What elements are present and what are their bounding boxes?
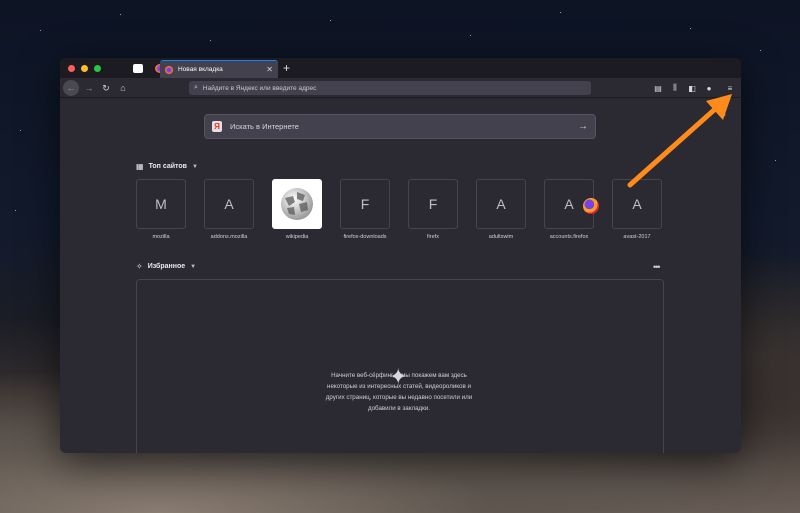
tile-label: addons.mozilla [210, 234, 248, 240]
search-icon: ⌕ [194, 84, 198, 91]
back-icon[interactable]: ← [63, 80, 79, 96]
new-tab-page: ✲ Я Искать в Интернете → ▦ Топ сайтов ▼ … [60, 99, 741, 453]
top-sites-title: Топ сайтов [148, 163, 187, 170]
top-site-tile[interactable]: A accounts.firefox [544, 179, 599, 249]
search-input[interactable]: Я Искать в Интернете → [204, 114, 596, 139]
empty-message-line: некоторые из интересных статей, видеорол… [327, 383, 471, 390]
tile-label: accounts.firefox [549, 234, 589, 240]
highlights-empty-state: ✦ Начните веб-сёрфинг, и мы покажем вам … [136, 279, 664, 453]
top-sites-header[interactable]: ▦ Топ сайтов ▼ [136, 162, 198, 171]
search-placeholder: Искать в Интернете [230, 122, 299, 131]
highlights-title: Избранное [147, 263, 186, 270]
grid-icon: ▦ [136, 162, 144, 171]
tile-box: A [544, 179, 599, 229]
vk-icon [133, 63, 143, 73]
chevron-down-icon: ▼ [190, 263, 197, 270]
top-site-tile[interactable]: F firefox-downloads [340, 179, 390, 249]
chevron-down-icon: ▼ [191, 163, 198, 170]
bookmarks-icon[interactable]: ⫼ [668, 80, 682, 96]
sparkle-icon: ✧ [136, 262, 143, 271]
close-window-button[interactable] [68, 64, 75, 72]
firefox-icon [165, 65, 173, 74]
tile-label: avast-2017 [623, 234, 651, 240]
browser-window: Новая вкладка ✕ + ← → ↻ ⌂ ⌕ Найдите в Ян… [60, 58, 741, 453]
top-site-tile[interactable]: A addons.mozilla [204, 179, 254, 249]
account-icon[interactable]: ● [702, 80, 716, 96]
tile-letter: A [476, 179, 526, 229]
pinned-tab-vk[interactable] [127, 58, 149, 78]
firefox-icon [583, 198, 599, 214]
navigation-toolbar: ← → ↻ ⌂ ⌕ Найдите в Яндекс или введите а… [60, 78, 741, 98]
yandex-logo-icon: Я [212, 121, 222, 132]
tile-letter: M [136, 179, 186, 229]
tile-letter: F [408, 179, 458, 229]
tile-label: firefox-downloads [343, 234, 387, 240]
wikipedia-logo-icon [272, 179, 322, 229]
tile-letter: A [612, 179, 662, 229]
zoom-window-button[interactable] [94, 64, 101, 72]
top-site-tile[interactable]: wikipedia [272, 179, 322, 249]
highlights-header[interactable]: ✧ Избранное ▼ [136, 262, 196, 271]
new-tab-button[interactable]: + [283, 61, 290, 75]
library-icon[interactable]: ▤ [651, 80, 665, 96]
reload-icon[interactable]: ↻ [98, 80, 114, 96]
close-tab-icon[interactable]: ✕ [266, 65, 273, 74]
tile-label: firefx [427, 234, 439, 240]
tile-label: adultswim [488, 234, 514, 240]
url-bar[interactable]: ⌕ Найдите в Яндекс или введите адрес [189, 81, 591, 95]
top-site-tile[interactable]: F firefx [408, 179, 458, 249]
top-site-tile[interactable]: A avast-2017 [612, 179, 662, 249]
empty-message-line: других страниц, которые вы недавно посет… [325, 394, 473, 401]
empty-message-line: Начните веб-сёрфинг, и мы покажем вам зд… [331, 372, 467, 379]
arrow-right-icon[interactable]: → [578, 121, 588, 132]
home-icon[interactable]: ⌂ [115, 80, 131, 96]
more-dots-icon[interactable]: ••• [653, 262, 661, 272]
empty-message-line: добавили в закладки. [367, 405, 431, 412]
forward-icon[interactable]: → [81, 80, 97, 96]
top-site-tile[interactable]: A adultswim [476, 179, 526, 249]
top-site-tile[interactable]: M mozilla [136, 179, 186, 249]
tab-title: Новая вкладка [178, 66, 223, 73]
window-controls [68, 64, 101, 72]
tile-letter: A [204, 179, 254, 229]
tab-new-tab[interactable]: Новая вкладка ✕ [160, 60, 278, 78]
tile-label: wikipedia [285, 234, 309, 240]
top-sites-grid: M mozilla A addons.mozilla wikipedia F f… [136, 179, 662, 249]
sidebar-icon[interactable]: ◧ [685, 80, 699, 96]
hamburger-menu-icon[interactable]: ≡ [723, 80, 737, 96]
tile-letter: A [564, 196, 574, 212]
tile-label: mozilla [152, 234, 170, 240]
url-placeholder: Найдите в Яндекс или введите адрес [202, 84, 317, 92]
minimize-window-button[interactable] [81, 64, 88, 72]
gear-icon[interactable]: ✲ [718, 109, 726, 120]
tile-letter: F [340, 179, 390, 229]
highlights-empty-message: Начните веб-сёрфинг, и мы покажем вам зд… [309, 370, 489, 414]
